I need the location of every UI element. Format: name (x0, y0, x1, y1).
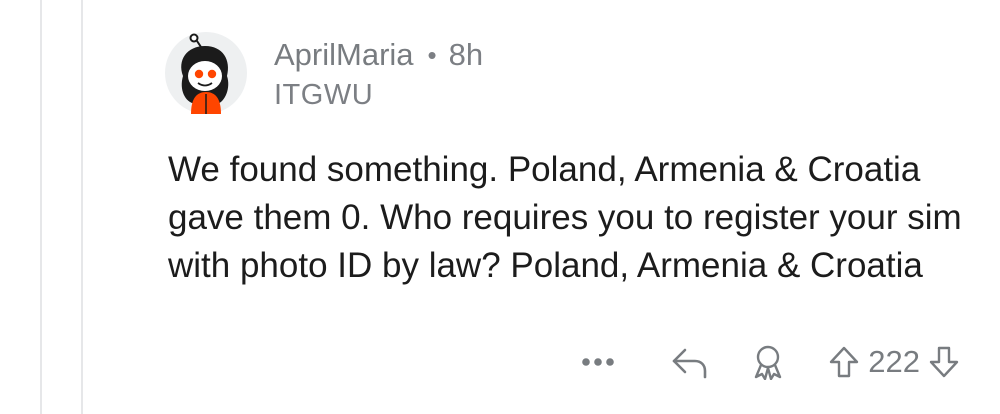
comment-meta: AprilMaria • 8h ITGWU (274, 38, 483, 112)
thread-line (81, 0, 83, 414)
upvote-button[interactable] (826, 345, 862, 379)
timestamp: 8h (448, 37, 484, 72)
award-icon (755, 345, 782, 380)
user-avatar[interactable] (165, 32, 247, 114)
snoo-avatar-icon (165, 32, 247, 114)
vote-count: 222 (868, 344, 920, 379)
downvote-arrow-icon (929, 346, 959, 378)
thread-line (40, 0, 42, 414)
username-link[interactable]: AprilMaria (274, 38, 414, 72)
upvote-arrow-icon (830, 346, 859, 378)
comment-actions: 222 (576, 340, 962, 384)
more-options-icon (582, 358, 615, 366)
downvote-button[interactable] (926, 345, 962, 379)
comment-body: We found something. Poland, Armenia & Cr… (168, 150, 962, 285)
reply-arrow-icon (672, 348, 707, 379)
more-options-button[interactable] (576, 357, 620, 367)
reply-button[interactable] (670, 345, 710, 379)
meta-separator: • (427, 40, 437, 70)
user-flair: ITGWU (274, 79, 374, 111)
award-button[interactable] (750, 344, 786, 380)
